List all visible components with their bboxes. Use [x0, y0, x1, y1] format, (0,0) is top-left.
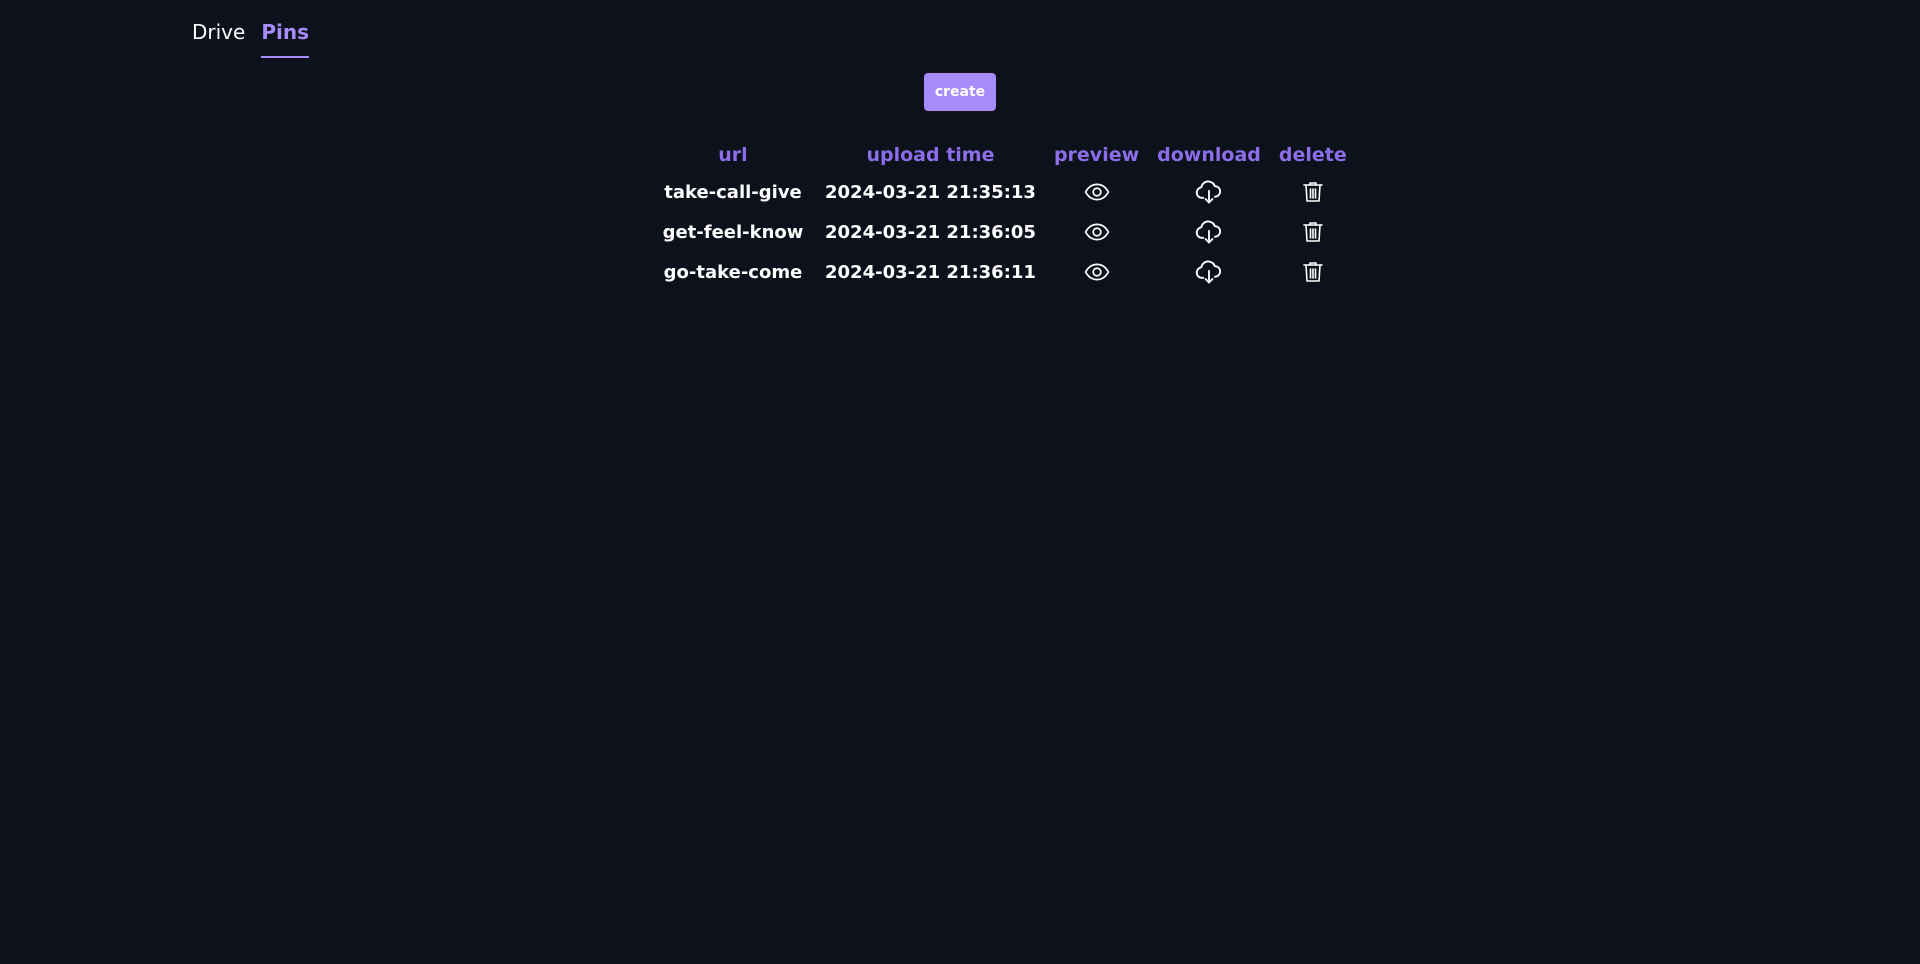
table-header-row: url upload time preview download delete — [650, 138, 1356, 172]
table-row: get-feel-know 2024-03-21 21:36:05 — [650, 212, 1356, 252]
row-url: get-feel-know — [662, 221, 804, 243]
pins-table: url upload time preview download delete … — [650, 138, 1356, 292]
trash-icon[interactable] — [1301, 179, 1325, 205]
create-button[interactable]: create — [924, 73, 996, 111]
top-nav: Drive Pins — [192, 18, 309, 58]
table-row: go-take-come 2024-03-21 21:36:11 — [650, 252, 1356, 292]
row-delete-cell — [1270, 212, 1356, 252]
row-preview-cell — [1045, 252, 1148, 292]
header-upload-time: upload time — [866, 144, 995, 166]
eye-icon[interactable] — [1084, 259, 1110, 285]
eye-icon[interactable] — [1084, 179, 1110, 205]
cloud-download-icon[interactable] — [1195, 218, 1223, 246]
tab-pins[interactable]: Pins — [261, 18, 309, 58]
header-preview: preview — [1053, 144, 1140, 166]
row-download-cell — [1148, 212, 1270, 252]
row-upload-time: 2024-03-21 21:35:13 — [825, 181, 1036, 203]
cloud-download-icon[interactable] — [1195, 178, 1223, 206]
header-download: download — [1157, 144, 1261, 166]
header-url: url — [718, 144, 748, 166]
row-preview-cell — [1045, 172, 1148, 212]
row-download-cell — [1148, 172, 1270, 212]
eye-icon[interactable] — [1084, 219, 1110, 245]
tab-drive[interactable]: Drive — [192, 18, 245, 58]
trash-icon[interactable] — [1301, 259, 1325, 285]
table-row: take-call-give 2024-03-21 21:35:13 — [650, 172, 1356, 212]
row-url: take-call-give — [664, 181, 802, 203]
cloud-download-icon[interactable] — [1195, 258, 1223, 286]
row-delete-cell — [1270, 252, 1356, 292]
row-upload-time: 2024-03-21 21:36:11 — [825, 261, 1036, 283]
row-upload-time: 2024-03-21 21:36:05 — [825, 221, 1036, 243]
header-delete: delete — [1278, 144, 1347, 166]
row-url: go-take-come — [663, 261, 803, 283]
row-delete-cell — [1270, 172, 1356, 212]
row-preview-cell — [1045, 212, 1148, 252]
trash-icon[interactable] — [1301, 219, 1325, 245]
toolbar: create — [924, 73, 996, 111]
row-download-cell — [1148, 252, 1270, 292]
